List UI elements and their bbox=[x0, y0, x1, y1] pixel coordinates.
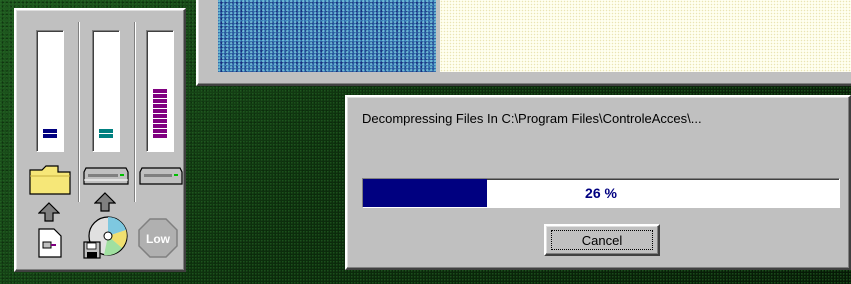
meter-segment bbox=[153, 114, 167, 118]
meter-segment bbox=[43, 129, 57, 133]
meter-segment bbox=[153, 94, 167, 98]
meter-segment bbox=[153, 124, 167, 128]
folder-icon bbox=[29, 165, 71, 195]
document-icon bbox=[38, 228, 62, 258]
meter-segment bbox=[99, 134, 113, 138]
cd-floppy-icon bbox=[83, 216, 128, 259]
drive-icon bbox=[139, 167, 183, 185]
column-divider bbox=[134, 22, 136, 202]
meter-segment bbox=[43, 134, 57, 138]
meter-segment bbox=[153, 109, 167, 113]
meter-segment bbox=[153, 119, 167, 123]
status-message: Decompressing Files In C:\Program Files\… bbox=[362, 111, 702, 126]
meter-disk-write bbox=[92, 30, 120, 152]
column-divider bbox=[78, 22, 80, 202]
meter-segment bbox=[99, 129, 113, 133]
meter-segment bbox=[153, 134, 167, 138]
meter-cpu bbox=[146, 30, 174, 152]
system-monitor-panel[interactable]: Low bbox=[14, 8, 186, 272]
meter-segment bbox=[153, 99, 167, 103]
meter-disk-read bbox=[36, 30, 64, 152]
progress-bar: 26 % bbox=[362, 178, 840, 208]
low-label: Low bbox=[146, 232, 171, 246]
low-stop-icon: Low bbox=[138, 218, 178, 258]
texture-pane bbox=[218, 0, 436, 72]
meter-segment bbox=[153, 104, 167, 108]
yellow-pane bbox=[440, 0, 851, 72]
background-window[interactable] bbox=[196, 0, 851, 86]
arrow-up-icon bbox=[94, 192, 116, 212]
meter-segment bbox=[153, 89, 167, 93]
progress-percent: 26 % bbox=[585, 185, 617, 201]
cancel-button[interactable]: Cancel bbox=[544, 224, 660, 256]
arrow-up-icon bbox=[38, 202, 60, 222]
meter-segment bbox=[153, 129, 167, 133]
cancel-button-label: Cancel bbox=[551, 230, 653, 250]
drive-icon bbox=[83, 167, 129, 185]
progress-dialog[interactable]: Decompressing Files In C:\Program Files\… bbox=[345, 95, 851, 270]
